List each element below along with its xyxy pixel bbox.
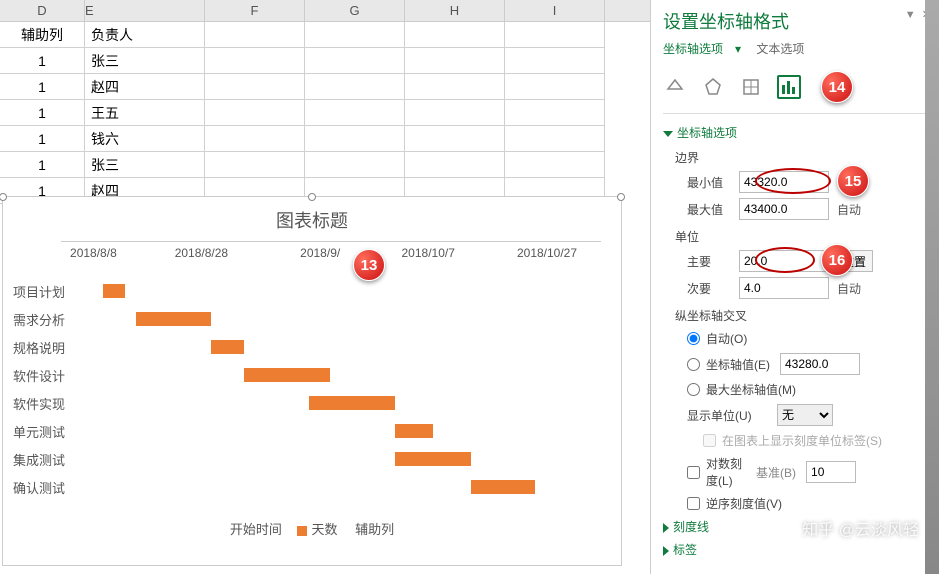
axis-tick: 2018/8/8 — [70, 246, 117, 260]
section-tickmarks[interactable]: 刻度线 — [663, 518, 927, 535]
axis-tick: 2018/10/7 — [401, 246, 454, 260]
col-D[interactable]: D — [0, 0, 85, 21]
legend[interactable]: 开始时间 天数 辅助列 — [3, 519, 621, 538]
cross-auto-radio[interactable] — [687, 332, 700, 345]
bounds-label: 边界 — [675, 149, 927, 166]
section-labels[interactable]: 标签 — [663, 541, 927, 558]
table-row: 1张三 — [0, 48, 650, 74]
axis-tick: 2018/10/27 — [517, 246, 577, 260]
header-row: 辅助列 负责人 — [0, 22, 650, 48]
table-row: 1钱六 — [0, 126, 650, 152]
axis-tick: 2018/9/ — [300, 246, 340, 260]
gantt-row: 软件设计 — [13, 361, 611, 389]
resize-handle[interactable] — [308, 193, 316, 201]
spreadsheet-grid[interactable]: D E F G H I 辅助列 负责人 1张三1赵四1王五1钱六1张三1赵四 — [0, 0, 650, 204]
col-F[interactable]: F — [205, 0, 305, 21]
tab-text-options[interactable]: 文本选项 — [756, 42, 804, 56]
task-label: 需求分析 — [13, 310, 71, 329]
hdr-D[interactable]: 辅助列 — [0, 22, 85, 48]
gantt-bar[interactable] — [103, 284, 125, 298]
min-input[interactable] — [739, 171, 829, 193]
reset-button[interactable]: 重置 — [835, 250, 873, 272]
legend-swatch — [297, 526, 307, 536]
cross-value-radio[interactable] — [687, 358, 700, 371]
callout-14: 14 — [821, 71, 853, 103]
format-axis-pane: ▼ ✕ 设置坐标轴格式 坐标轴选项▾ 文本选项 14 坐标轴选项 边界 最小值 … — [650, 0, 939, 574]
gantt-plot: 项目计划需求分析规格说明软件设计软件实现单元测试集成测试确认测试 — [13, 277, 611, 501]
task-label: 软件实现 — [13, 394, 71, 413]
col-E[interactable]: E — [85, 0, 205, 21]
display-unit-select[interactable]: 无 — [777, 404, 833, 426]
max-input[interactable] — [739, 198, 829, 220]
reverse-order-check[interactable] — [687, 497, 700, 510]
chart-container[interactable]: 图表标题 2018/8/82018/8/282018/9/2018/10/720… — [2, 196, 622, 566]
task-label: 规格说明 — [13, 338, 71, 357]
resize-handle[interactable] — [617, 193, 625, 201]
axis-options-icon[interactable] — [777, 75, 801, 99]
hdr-E[interactable]: 负责人 — [85, 22, 205, 48]
table-row: 1王五 — [0, 100, 650, 126]
callout-15: 15 — [837, 165, 869, 197]
window-edge — [925, 0, 939, 574]
axis-tick: 2018/8/28 — [175, 246, 228, 260]
gantt-bar[interactable] — [211, 340, 243, 354]
gantt-bar[interactable] — [136, 312, 212, 326]
gantt-bar[interactable] — [471, 480, 536, 494]
gantt-bar[interactable] — [395, 452, 471, 466]
gantt-bar[interactable] — [395, 424, 433, 438]
category-icons: 14 — [663, 71, 927, 103]
major-input[interactable] — [739, 250, 829, 272]
gantt-row: 规格说明 — [13, 333, 611, 361]
x-axis[interactable]: 2018/8/8 2018/8/28 2018/9/2018/10/7 2018/10… — [61, 241, 601, 267]
task-label: 单元测试 — [13, 422, 71, 441]
gantt-row: 需求分析 — [13, 305, 611, 333]
size-icon[interactable] — [739, 75, 763, 99]
gantt-bar[interactable] — [244, 368, 330, 382]
task-label: 项目计划 — [13, 282, 71, 301]
col-I[interactable]: I — [505, 0, 605, 21]
gantt-row: 单元测试 — [13, 417, 611, 445]
gantt-bar[interactable] — [309, 396, 395, 410]
tab-axis-options[interactable]: 坐标轴选项 — [663, 42, 723, 56]
table-row: 1赵四 — [0, 74, 650, 100]
gantt-row: 项目计划 — [13, 277, 611, 305]
table-row: 1张三 — [0, 152, 650, 178]
pane-title: 设置坐标轴格式 — [663, 8, 927, 34]
fill-icon[interactable] — [663, 75, 687, 99]
units-label: 单位 — [675, 228, 927, 245]
column-headers: D E F G H I — [0, 0, 650, 22]
col-G[interactable]: G — [305, 0, 405, 21]
chart-title[interactable]: 图表标题 — [3, 197, 621, 241]
worksheet-area: D E F G H I 辅助列 负责人 1张三1赵四1王五1钱六1张三1赵四 图… — [0, 0, 650, 574]
col-H[interactable]: H — [405, 0, 505, 21]
log-base-input[interactable] — [806, 461, 856, 483]
task-label: 集成测试 — [13, 450, 71, 469]
gantt-row: 确认测试 — [13, 473, 611, 501]
show-unit-label-check — [703, 434, 716, 447]
minor-input[interactable] — [739, 277, 829, 299]
effects-icon[interactable] — [701, 75, 725, 99]
gantt-row: 软件实现 — [13, 389, 611, 417]
cross-value-input[interactable] — [780, 353, 860, 375]
task-label: 确认测试 — [13, 478, 71, 497]
task-label: 软件设计 — [13, 366, 71, 385]
cross-max-radio[interactable] — [687, 383, 700, 396]
log-scale-check[interactable] — [687, 466, 700, 479]
section-axis-options[interactable]: 坐标轴选项 — [663, 124, 927, 141]
gantt-row: 集成测试 — [13, 445, 611, 473]
